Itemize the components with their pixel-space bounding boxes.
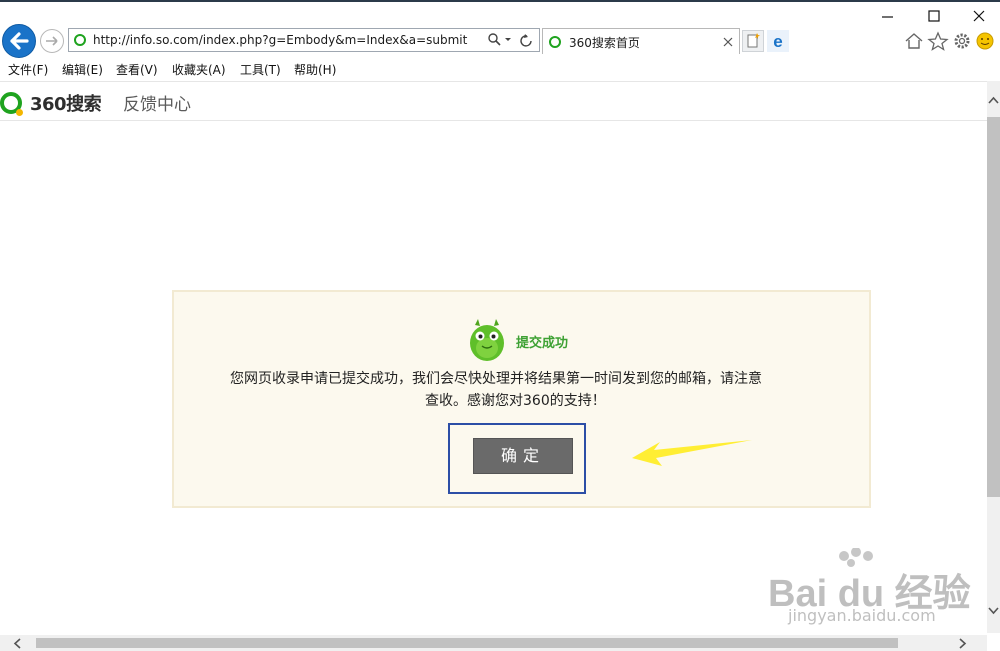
new-tab-icon (747, 33, 760, 48)
settings-gear-icon (954, 33, 970, 49)
green-mascot-icon (470, 319, 504, 361)
back-button[interactable] (2, 24, 36, 58)
horizontal-scroll-thumb[interactable] (36, 638, 898, 648)
smiley-feedback-icon (976, 32, 994, 50)
menu-favorites[interactable]: 收藏夹(A) (172, 61, 226, 78)
address-bar[interactable]: http://info.so.com/index.php?g=Embody&m=… (68, 28, 540, 52)
logo-text[interactable]: 360搜索 (30, 90, 102, 116)
tab-favicon-icon (549, 36, 561, 48)
menu-edit[interactable]: 编辑(E) (62, 61, 103, 78)
scroll-left-icon[interactable] (12, 637, 22, 650)
url-text[interactable]: http://info.so.com/index.php?g=Embody&m=… (93, 33, 467, 47)
forward-button[interactable] (40, 29, 64, 53)
home-icon (905, 33, 923, 49)
baidu-jingyan-watermark: Bai du 经验 jingyan.baidu.com (758, 547, 971, 628)
scroll-up-icon[interactable] (987, 95, 1000, 105)
menu-help[interactable]: 帮助(H) (294, 61, 336, 78)
address-actions[interactable] (487, 32, 537, 48)
search-icon (488, 33, 501, 46)
success-title: 提交成功 (516, 336, 569, 351)
menu-tools[interactable]: 工具(T) (240, 61, 281, 78)
forward-arrow-icon (46, 36, 58, 46)
success-message-line1: 您网页收录申请已提交成功，我们会尽快处理并将结果第一时间发到您的邮箱，请注意 (230, 371, 762, 387)
dropdown-icon (505, 38, 511, 41)
menu-view[interactable]: 查看(V) (116, 61, 158, 78)
menu-file[interactable]: 文件(F) (8, 61, 48, 78)
svg-text:e: e (773, 32, 782, 51)
new-tab-button[interactable] (742, 30, 764, 52)
tab-title: 360搜索首页 (569, 36, 640, 50)
toolbar-icons[interactable] (903, 30, 997, 52)
success-message-line2: 查收。感谢您对360的支持！ (425, 393, 606, 409)
browser-tab[interactable]: 360搜索首页 (542, 28, 740, 54)
maximize-icon (928, 10, 940, 22)
success-notice-panel: 提交成功 您网页收录申请已提交成功，我们会尽快处理并将结果第一时间发到您的邮箱，… (172, 290, 871, 508)
vertical-scroll-thumb[interactable] (987, 117, 1000, 497)
favorites-star-icon (927, 31, 949, 51)
page-title: 反馈中心 (123, 95, 191, 115)
edge-logo-icon: e (767, 30, 789, 52)
edge-button[interactable]: e (766, 30, 790, 52)
window-controls (882, 10, 985, 22)
watermark-url: jingyan.baidu.com (788, 606, 936, 625)
site-favicon-icon (74, 34, 86, 46)
logo-dot (16, 109, 23, 116)
page-header: 360搜索 反馈中心 (0, 81, 987, 121)
scroll-right-icon[interactable] (958, 637, 968, 650)
confirm-button[interactable]: 确定 (473, 438, 573, 474)
tab-close-icon[interactable] (723, 37, 733, 47)
yellow-arrow-icon (632, 440, 752, 466)
scroll-down-icon[interactable] (987, 606, 1000, 616)
close-icon (973, 10, 985, 22)
back-arrow-icon (10, 32, 29, 50)
refresh-icon (520, 34, 532, 47)
